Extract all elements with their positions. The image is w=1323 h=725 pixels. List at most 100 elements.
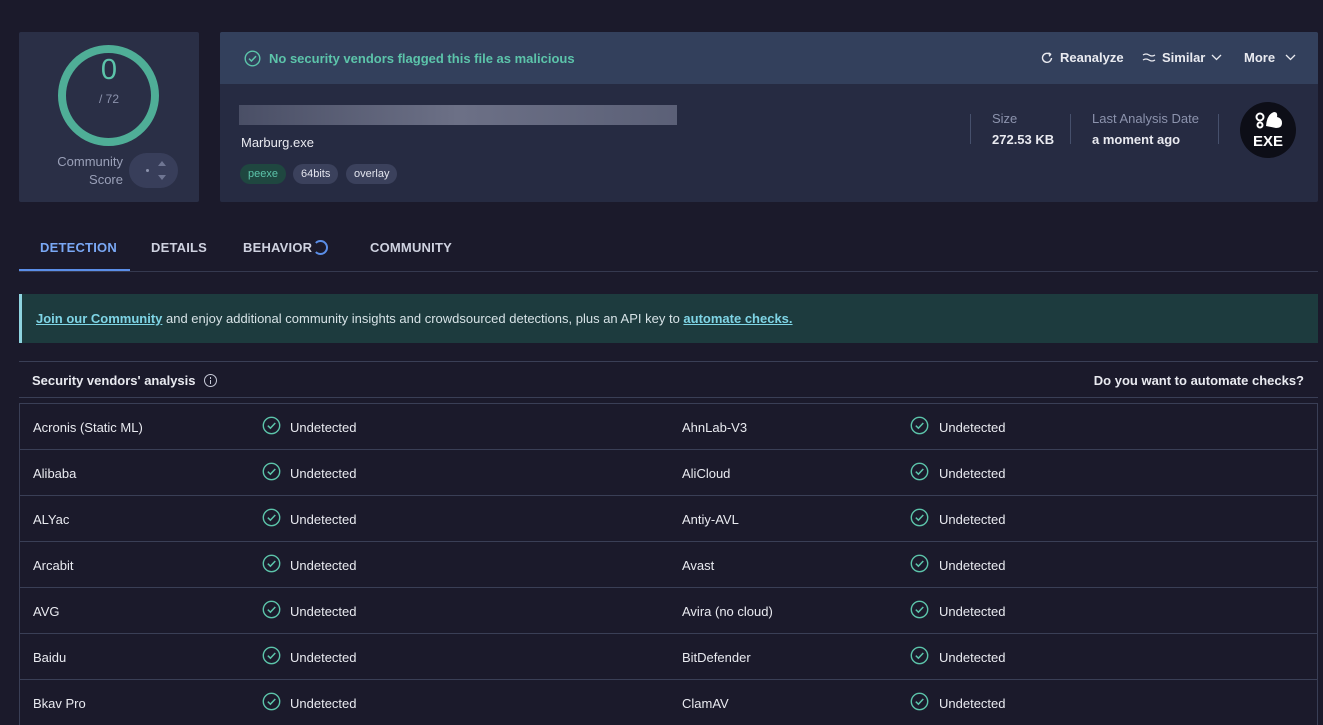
vendors-header: Security vendors' analysis Do you want t… — [19, 361, 1318, 398]
meta-divider — [970, 114, 971, 144]
community-label-line2: Score — [89, 172, 123, 187]
banner-middle-text: and enjoy additional community insights … — [162, 311, 684, 326]
vendor-status: Undetected — [290, 604, 357, 619]
similar-label: Similar — [1162, 50, 1206, 65]
vendors-table: Acronis (Static ML) Undetected AhnLab-V3 Un… — [19, 403, 1318, 725]
info-icon[interactable] — [203, 374, 217, 387]
check-circle-icon — [262, 692, 281, 711]
last-analysis-date-label: Last Analysis Date — [1092, 111, 1199, 126]
vendor-name: Arcabit — [33, 558, 74, 573]
check-circle-icon — [262, 646, 281, 665]
tag-overlay[interactable]: overlay — [346, 164, 398, 184]
vendor-name: AVG — [33, 604, 60, 619]
tabs-divider — [19, 271, 1318, 272]
vendor-status: Undetected — [939, 696, 1006, 711]
table-row: Alibaba Undetected AliCloud Undetected — [20, 450, 1317, 496]
vendor-name: ClamAV — [682, 696, 729, 711]
reanalyze-label: Reanalyze — [1060, 50, 1124, 65]
vendor-status: Undetected — [939, 604, 1006, 619]
file-hash-redacted — [239, 105, 677, 125]
vendor-name: Acronis (Static ML) — [33, 420, 143, 435]
gear-icon — [1255, 112, 1282, 129]
banner-text: Join our Community and enjoy additional … — [36, 311, 793, 326]
check-circle-icon — [910, 692, 929, 711]
community-score-label: Community Score — [39, 153, 123, 189]
join-community-link[interactable]: Join our Community — [36, 311, 162, 326]
vendor-status: Undetected — [290, 512, 357, 527]
loading-spinner-icon — [313, 240, 328, 255]
check-circle-icon — [262, 600, 281, 619]
similar-icon — [1142, 52, 1156, 62]
check-circle-icon — [910, 508, 929, 527]
vendor-name: Alibaba — [33, 466, 77, 481]
meta-divider — [1070, 114, 1071, 144]
table-row: Acronis (Static ML) Undetected AhnLab-V3 Un… — [20, 404, 1317, 450]
table-row: Arcabit Undetected Avast Undetected — [20, 542, 1317, 588]
more-label: More — [1244, 50, 1276, 65]
file-name: Marburg.exe — [241, 135, 314, 150]
vendors-title-text: Security vendors' analysis — [32, 373, 196, 388]
check-circle-icon — [262, 508, 281, 527]
check-circle-icon — [910, 600, 929, 619]
vote-down-icon[interactable] — [158, 175, 166, 180]
vote-up-icon[interactable] — [158, 161, 166, 166]
detection-score-card: 0 / 72 Community Score — [19, 32, 199, 202]
vendors-title: Security vendors' analysis — [32, 373, 217, 388]
vendor-status: Undetected — [939, 512, 1006, 527]
file-type-badge: EXE — [1240, 102, 1296, 158]
more-dropdown[interactable]: More — [1244, 50, 1296, 65]
meta-divider — [1218, 114, 1219, 144]
refresh-icon — [1041, 51, 1053, 63]
active-tab-indicator — [19, 269, 130, 271]
vendor-name: Bkav Pro — [33, 696, 86, 711]
detection-total: / 72 — [98, 92, 119, 106]
vendor-status: Undetected — [939, 650, 1006, 665]
reanalyze-button[interactable]: Reanalyze — [1040, 50, 1124, 65]
vendor-name: Antiy-AVL — [682, 512, 739, 527]
table-row: AVG Undetected Avira (no cloud) Undetected — [20, 588, 1317, 634]
table-row: ALYac Undetected Antiy-AVL Undetected — [20, 496, 1317, 542]
file-type-label: EXE — [1252, 133, 1283, 150]
size-value: 272.53 KB — [992, 132, 1055, 147]
community-score-vote[interactable] — [129, 153, 178, 188]
automate-checks-link[interactable]: automate checks. — [683, 311, 792, 326]
vendor-name: BitDefender — [682, 650, 751, 665]
vendor-status: Undetected — [290, 650, 357, 665]
tag-64bits[interactable]: 64bits — [293, 164, 339, 184]
tab-details[interactable]: DETAILS — [151, 240, 207, 255]
file-summary-card: No security vendors flagged this file as… — [220, 32, 1318, 202]
tab-community[interactable]: COMMUNITY — [370, 240, 452, 255]
vendor-status: Undetected — [939, 420, 1006, 435]
check-circle-icon — [262, 462, 281, 481]
check-circle-icon — [910, 646, 929, 665]
check-circle-icon — [244, 50, 261, 67]
vendor-status: Undetected — [290, 466, 357, 481]
check-circle-icon — [262, 416, 281, 435]
vendor-name: Baidu — [33, 650, 67, 665]
automate-checks-question[interactable]: Do you want to automate checks? — [1094, 373, 1304, 388]
vendor-status: Undetected — [290, 696, 357, 711]
vendor-status: Undetected — [939, 558, 1006, 573]
size-label: Size — [992, 111, 1018, 126]
vendor-name: AliCloud — [682, 466, 731, 481]
check-circle-icon — [910, 462, 929, 481]
tab-behavior[interactable]: BEHAVIOR — [243, 240, 312, 255]
vendor-status: Undetected — [939, 466, 1006, 481]
community-banner: Join our Community and enjoy additional … — [19, 294, 1318, 343]
tab-detection[interactable]: DETECTION — [40, 240, 117, 255]
tag-peexe[interactable]: peexe — [240, 164, 286, 184]
vendor-status: Undetected — [290, 420, 357, 435]
status-message: No security vendors flagged this file as… — [269, 51, 575, 66]
community-score-dot — [146, 169, 149, 172]
check-circle-icon — [910, 554, 929, 573]
vendor-name: Avira (no cloud) — [682, 604, 773, 619]
last-analysis-date-value: a moment ago — [1092, 132, 1181, 147]
similar-dropdown[interactable]: Similar — [1142, 50, 1222, 65]
detection-count: 0 — [100, 54, 118, 86]
table-row: Bkav Pro Undetected ClamAV Undetected — [20, 680, 1317, 725]
table-row: Baidu Undetected BitDefender Undetected — [20, 634, 1317, 680]
file-status-bar: No security vendors flagged this file as… — [220, 32, 1318, 84]
chevron-down-icon — [1211, 54, 1222, 61]
vendor-name: AhnLab-V3 — [682, 420, 748, 435]
check-circle-icon — [262, 554, 281, 573]
